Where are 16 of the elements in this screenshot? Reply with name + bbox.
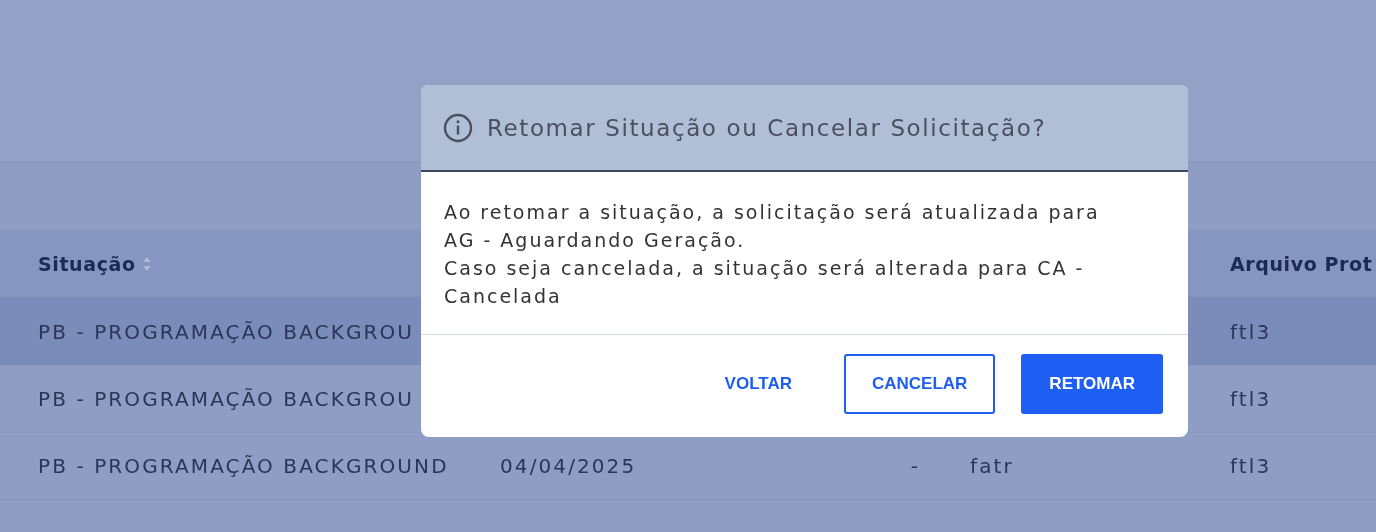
- table-cell-text: PB - PROGRAMAÇÃO BACKGROU: [38, 387, 416, 411]
- info-icon: [443, 112, 473, 143]
- column-header[interactable]: Arquivo Prot: [1230, 252, 1376, 275]
- table-cell-text: ftl3: [1230, 454, 1273, 478]
- cancel-button[interactable]: CANCELAR: [843, 354, 996, 414]
- table-cell-text: fatr: [969, 454, 1015, 478]
- table-cell-text: -: [909, 454, 920, 478]
- dialog-title: Retomar Situação ou Cancelar Solicitação?: [487, 114, 1047, 141]
- dialog-message: Ao retomar a situação, a solicitação será atualizada para AG - Aguardando Geração.: [444, 200, 1101, 253]
- confirm-button[interactable]: RETOMAR: [1021, 354, 1163, 414]
- table-cell-text: ftl3: [1230, 320, 1273, 344]
- table-cell-text: PB - PROGRAMAÇÃO BACKGROU: [38, 320, 416, 344]
- table-cell-text: ftl3: [1230, 387, 1273, 411]
- table-cell-text: PB - PROGRAMAÇÃO BACKGROUND: [38, 454, 450, 478]
- dialog-message: Caso seja cancelada, a situação será alterada para CA - Cancelada: [444, 256, 1086, 309]
- table-cell-text: 04/04/2025: [500, 454, 638, 478]
